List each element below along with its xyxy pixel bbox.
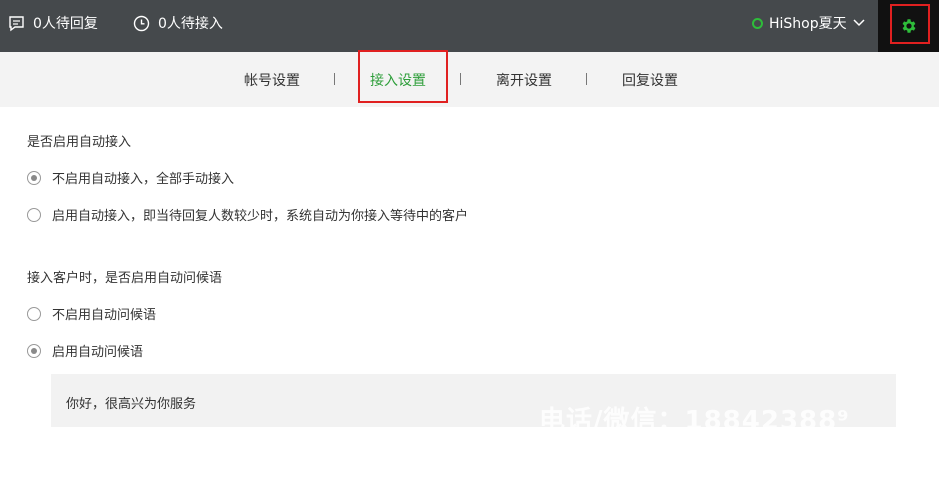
auto-greeting-title: 接入客户时，是否启用自动问候语 — [27, 271, 223, 286]
auto-accept-option-off[interactable]: 不启用自动接入，全部手动接入 — [27, 168, 234, 187]
pending-accept-text: 0人待接入 — [158, 16, 223, 32]
auto-accept-title: 是否启用自动接入 — [27, 135, 132, 150]
tab-label: 接入设置 — [370, 72, 426, 89]
radio-button[interactable] — [27, 306, 41, 321]
option-label: 不启用自动接入，全部手动接入 — [52, 172, 235, 187]
auto-accept-option-on[interactable]: 启用自动接入，即当待回复人数较少时，系统自动为你接入等待中的客户 — [27, 205, 468, 224]
online-status-icon — [752, 17, 763, 29]
auto-greeting-option-off[interactable]: 不启用自动问候语 — [27, 304, 156, 323]
user-menu[interactable]: HiShop夏天 — [752, 0, 865, 46]
tab-label: 回复设置 — [622, 72, 678, 89]
option-label: 不启用自动问候语 — [52, 308, 157, 323]
greeting-message-text: 你好，很高兴为你服务 — [66, 397, 197, 412]
pending-reply-text: 0人待回复 — [33, 16, 98, 32]
gear-icon — [902, 19, 915, 33]
top-bar: 0人待回复 0人待接入 HiShop夏天 — [0, 0, 939, 52]
tab-away-settings[interactable]: 离开设置 — [496, 52, 552, 107]
radio-button[interactable] — [27, 343, 41, 358]
tab-account-settings[interactable]: 帐号设置 — [244, 52, 300, 107]
auto-greeting-option-on[interactable]: 启用自动问候语 — [27, 341, 143, 360]
tab-divider — [334, 73, 335, 85]
watermark-text: 电话/微信：18842388⁹ — [539, 406, 850, 427]
chevron-down-icon — [853, 19, 865, 27]
tab-divider — [586, 73, 587, 85]
option-label: 启用自动问候语 — [52, 345, 144, 360]
clock-icon — [133, 15, 150, 31]
settings-button[interactable] — [878, 0, 939, 52]
option-label: 启用自动接入，即当待回复人数较少时，系统自动为你接入等待中的客户 — [52, 209, 469, 224]
user-name: HiShop夏天 — [769, 16, 847, 32]
radio-button[interactable] — [27, 207, 41, 222]
tab-divider — [460, 73, 461, 85]
pending-reply-indicator[interactable]: 0人待回复 — [8, 0, 98, 46]
tab-label: 帐号设置 — [244, 72, 300, 89]
radio-button[interactable] — [27, 170, 41, 185]
chat-icon — [9, 15, 24, 31]
tab-reply-settings[interactable]: 回复设置 — [622, 52, 678, 107]
tab-label: 离开设置 — [496, 72, 552, 89]
greeting-message-field[interactable]: 你好，很高兴为你服务 电话/微信：18842388⁹ — [51, 374, 896, 427]
settings-tab-bar: 帐号设置 接入设置 离开设置 回复设置 — [0, 52, 939, 107]
tab-access-settings[interactable]: 接入设置 — [370, 52, 426, 107]
pending-accept-indicator[interactable]: 0人待接入 — [133, 0, 223, 46]
